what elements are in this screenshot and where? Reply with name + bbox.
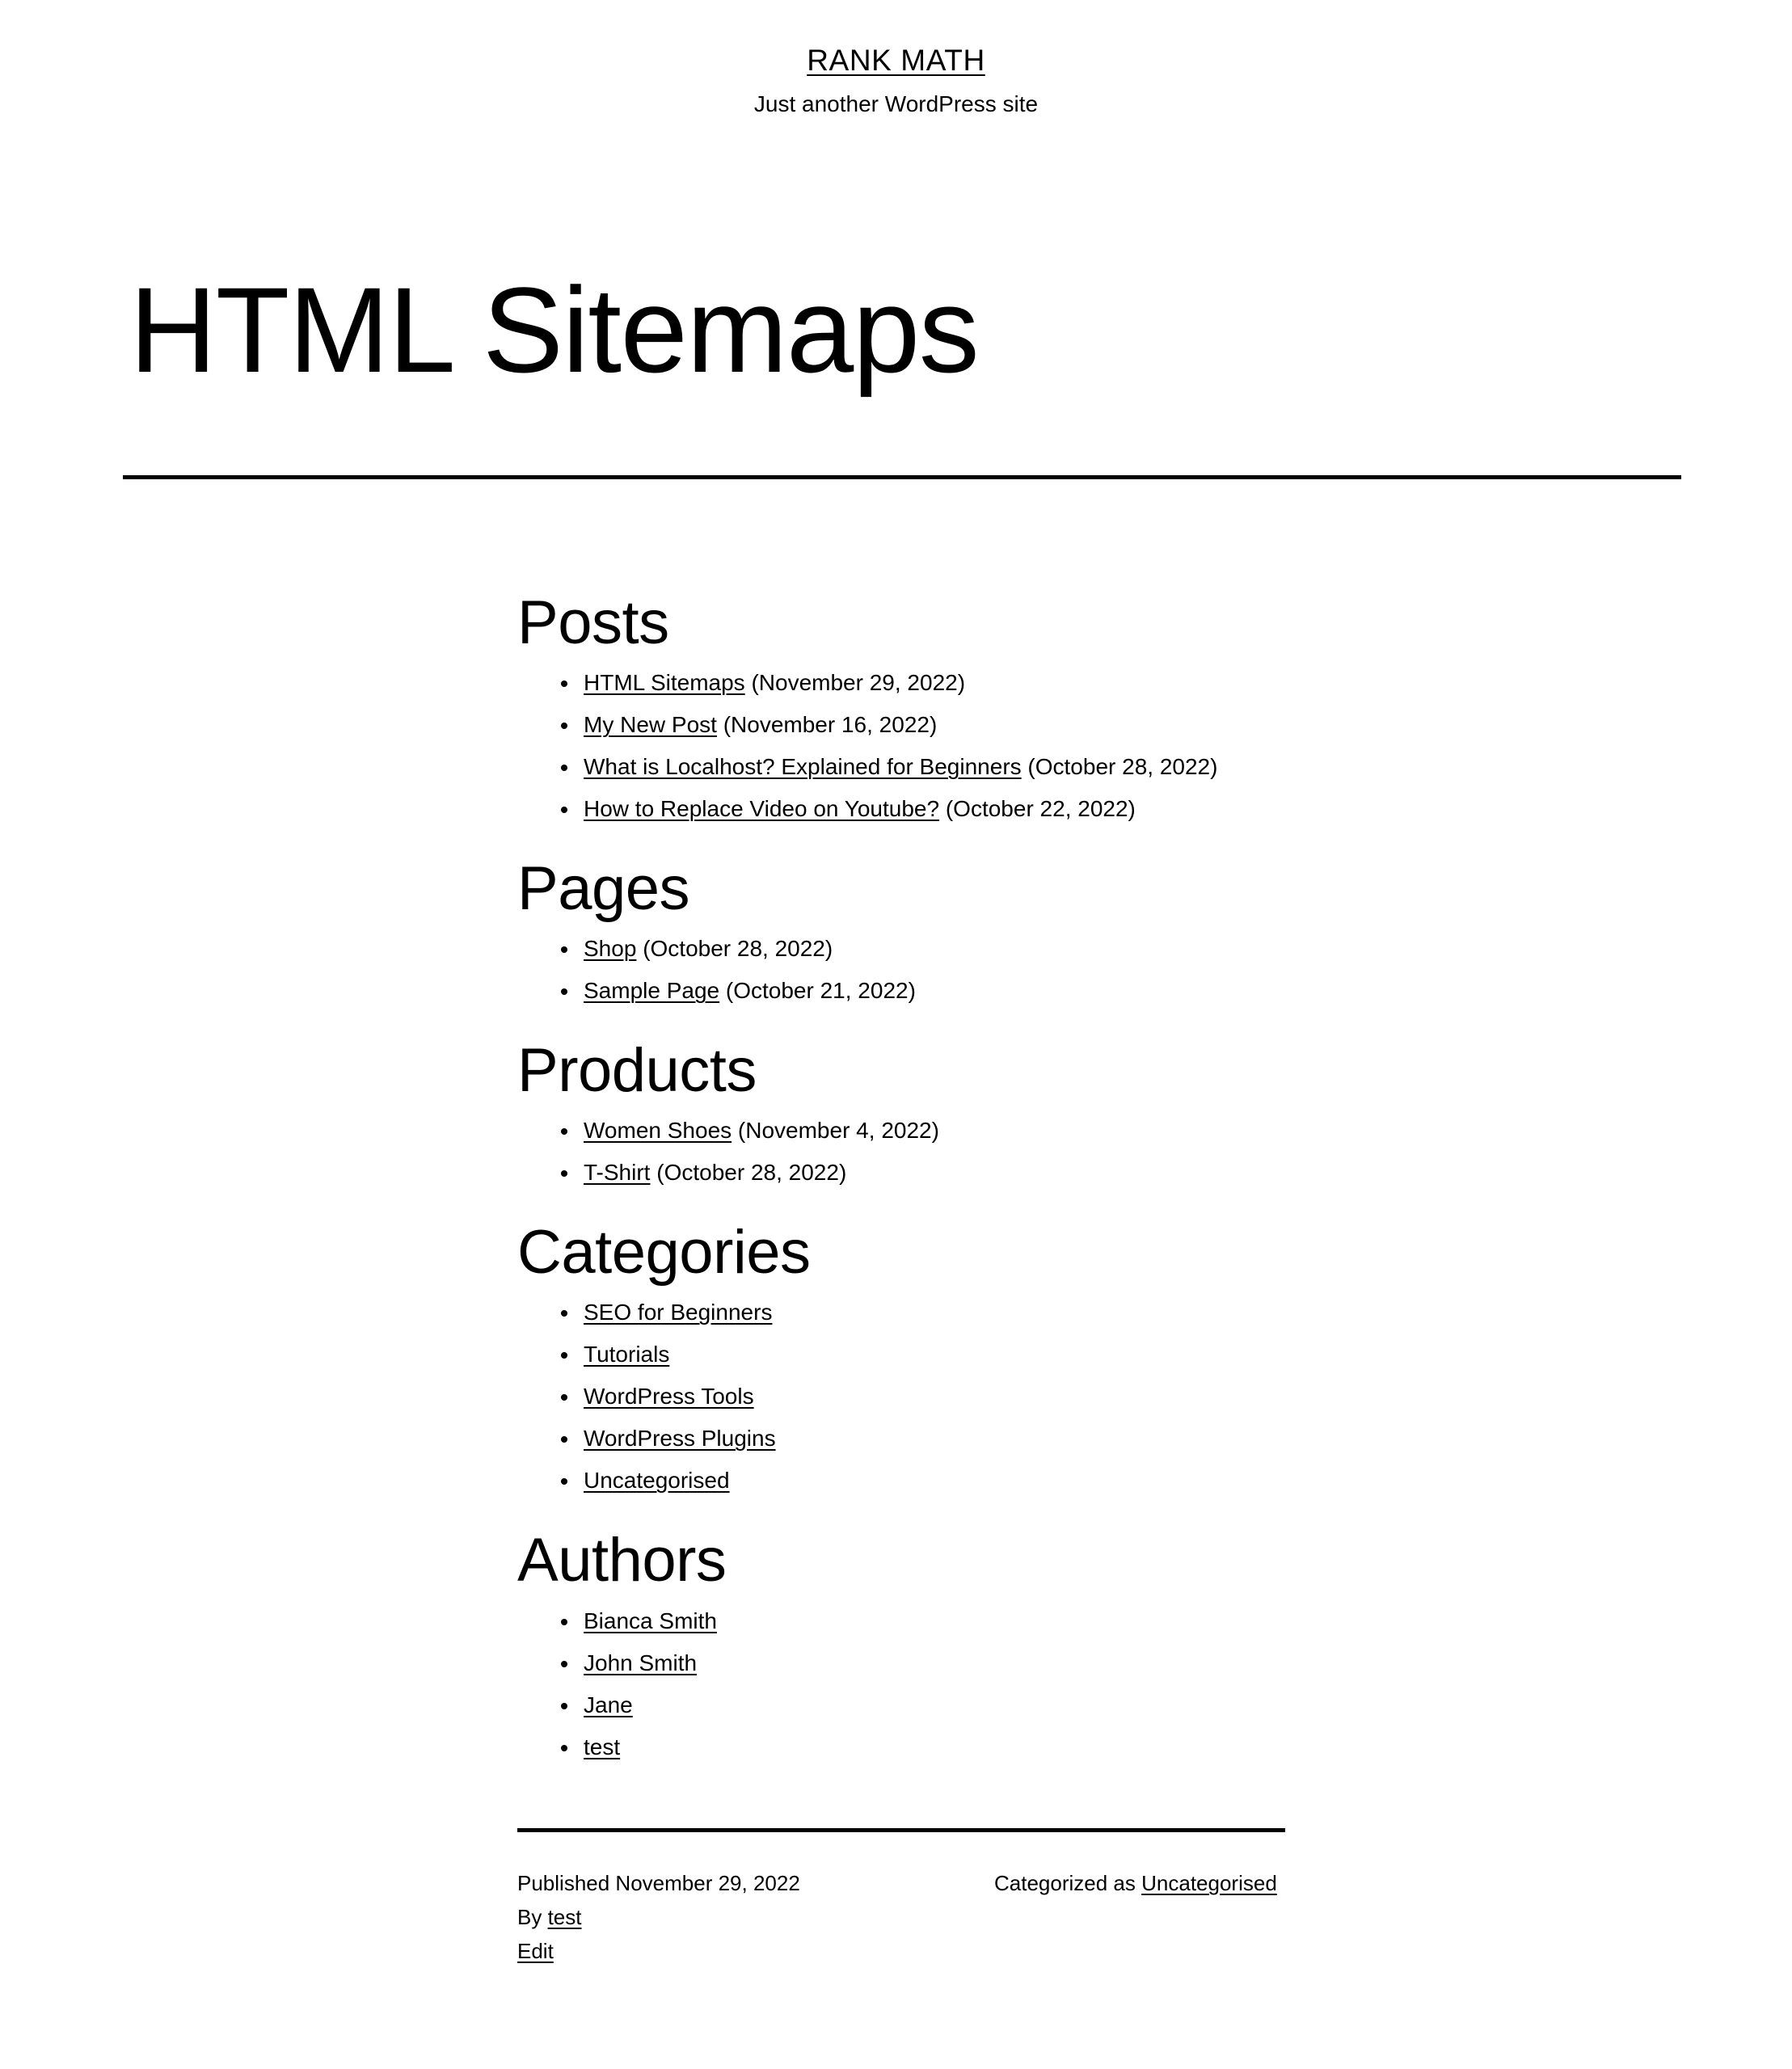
- list-item: T-Shirt (October 28, 2022): [561, 1152, 1285, 1194]
- section-heading-posts: Posts: [517, 588, 669, 657]
- list-item: test: [561, 1726, 1285, 1768]
- section-heading-authors: Authors: [517, 1526, 727, 1595]
- sitemap-link[interactable]: WordPress Tools: [584, 1384, 754, 1409]
- sitemap-section-posts: Posts HTML Sitemaps (November 29, 2022) …: [517, 588, 1285, 830]
- sitemap-link[interactable]: SEO for Beginners: [584, 1300, 772, 1325]
- author-link[interactable]: test: [548, 1905, 582, 1929]
- sitemap-section-categories: Categories SEO for Beginners Tutorials W…: [517, 1218, 1285, 1502]
- sitemap-link[interactable]: Jane: [584, 1692, 633, 1717]
- item-date: (October 22, 2022): [945, 796, 1136, 822]
- list-item: Women Shoes (November 4, 2022): [561, 1110, 1285, 1152]
- categorized-label: Categorized as: [994, 1871, 1136, 1895]
- sitemap-list-authors: Bianca Smith John Smith Jane test: [517, 1600, 1285, 1768]
- section-heading-products: Products: [517, 1036, 757, 1106]
- list-item: Tutorials: [561, 1334, 1285, 1376]
- category-link[interactable]: Uncategorised: [1141, 1871, 1277, 1895]
- title-divider: [123, 475, 1681, 479]
- entry-meta: Published November 29, 2022 By test Edit…: [517, 1866, 1285, 1968]
- item-date: (November 29, 2022): [751, 670, 966, 696]
- page-title: HTML Sitemaps: [129, 262, 980, 398]
- sitemap-link[interactable]: What is Localhost? Explained for Beginne…: [584, 754, 1022, 779]
- sitemap-section-authors: Authors Bianca Smith John Smith Jane tes…: [517, 1526, 1285, 1768]
- item-date: (October 28, 2022): [1027, 754, 1218, 780]
- sitemap-link[interactable]: HTML Sitemaps: [584, 670, 745, 695]
- sitemap-list-posts: HTML Sitemaps (November 29, 2022) My New…: [517, 662, 1285, 830]
- footer-divider: [517, 1828, 1285, 1832]
- sitemap-link[interactable]: Bianca Smith: [584, 1608, 717, 1633]
- entry-content: Posts HTML Sitemaps (November 29, 2022) …: [517, 588, 1285, 1768]
- published-date: Published November 29, 2022: [517, 1871, 800, 1895]
- list-item: Sample Page (October 21, 2022): [561, 970, 1285, 1012]
- sitemap-link[interactable]: T-Shirt: [584, 1160, 650, 1185]
- entry-meta-right: Categorized as Uncategorised: [994, 1866, 1285, 1900]
- entry-header: HTML Sitemaps: [129, 262, 1686, 398]
- sitemap-link[interactable]: Women Shoes: [584, 1118, 732, 1143]
- sitemap-link[interactable]: WordPress Plugins: [584, 1426, 776, 1451]
- item-date: (November 16, 2022): [723, 712, 938, 738]
- site-header: RANK MATH Just another WordPress site: [0, 42, 1792, 142]
- sitemap-page: RANK MATH Just another WordPress site HT…: [0, 0, 1792, 2069]
- site-title: RANK MATH: [0, 42, 1792, 78]
- author-line: By test: [517, 1900, 970, 1934]
- list-item: Shop (October 28, 2022): [561, 928, 1285, 970]
- item-date: (October 28, 2022): [656, 1160, 847, 1186]
- sitemap-link[interactable]: Tutorials: [584, 1342, 669, 1367]
- sitemap-list-categories: SEO for Beginners Tutorials WordPress To…: [517, 1292, 1285, 1502]
- item-date: (October 28, 2022): [643, 936, 833, 962]
- list-item: WordPress Plugins: [561, 1418, 1285, 1460]
- edit-link[interactable]: Edit: [517, 1939, 554, 1963]
- sitemap-list-pages: Shop (October 28, 2022) Sample Page (Oct…: [517, 928, 1285, 1012]
- list-item: John Smith: [561, 1642, 1285, 1684]
- sitemap-link[interactable]: test: [584, 1734, 620, 1759]
- list-item: What is Localhost? Explained for Beginne…: [561, 746, 1285, 788]
- list-item: My New Post (November 16, 2022): [561, 704, 1285, 746]
- sitemap-link[interactable]: How to Replace Video on Youtube?: [584, 796, 939, 821]
- section-heading-categories: Categories: [517, 1218, 811, 1287]
- item-date: (November 4, 2022): [737, 1118, 939, 1144]
- site-title-link[interactable]: RANK MATH: [807, 44, 985, 77]
- sitemap-section-products: Products Women Shoes (November 4, 2022) …: [517, 1036, 1285, 1194]
- sitemap-link[interactable]: Sample Page: [584, 978, 719, 1003]
- sitemap-list-products: Women Shoes (November 4, 2022) T-Shirt (…: [517, 1110, 1285, 1194]
- sitemap-link[interactable]: My New Post: [584, 712, 717, 737]
- category-line: Categorized as Uncategorised: [994, 1866, 1285, 1900]
- sitemap-link[interactable]: John Smith: [584, 1650, 697, 1675]
- site-tagline: Just another WordPress site: [753, 91, 1039, 117]
- by-label: By: [517, 1905, 542, 1929]
- section-heading-pages: Pages: [517, 854, 690, 924]
- list-item: How to Replace Video on Youtube? (Octobe…: [561, 788, 1285, 830]
- entry-meta-left: Published November 29, 2022 By test Edit: [517, 1866, 970, 1968]
- sitemap-link[interactable]: Shop: [584, 936, 636, 961]
- list-item: Jane: [561, 1684, 1285, 1726]
- sitemap-section-pages: Pages Shop (October 28, 2022) Sample Pag…: [517, 854, 1285, 1012]
- list-item: SEO for Beginners: [561, 1292, 1285, 1334]
- item-date: (October 21, 2022): [725, 978, 916, 1004]
- list-item: Bianca Smith: [561, 1600, 1285, 1642]
- list-item: WordPress Tools: [561, 1376, 1285, 1418]
- list-item: Uncategorised: [561, 1460, 1285, 1502]
- edit-line: Edit: [517, 1934, 970, 1968]
- entry-footer: Published November 29, 2022 By test Edit…: [517, 1828, 1285, 1968]
- list-item: HTML Sitemaps (November 29, 2022): [561, 662, 1285, 704]
- sitemap-link[interactable]: Uncategorised: [584, 1468, 730, 1493]
